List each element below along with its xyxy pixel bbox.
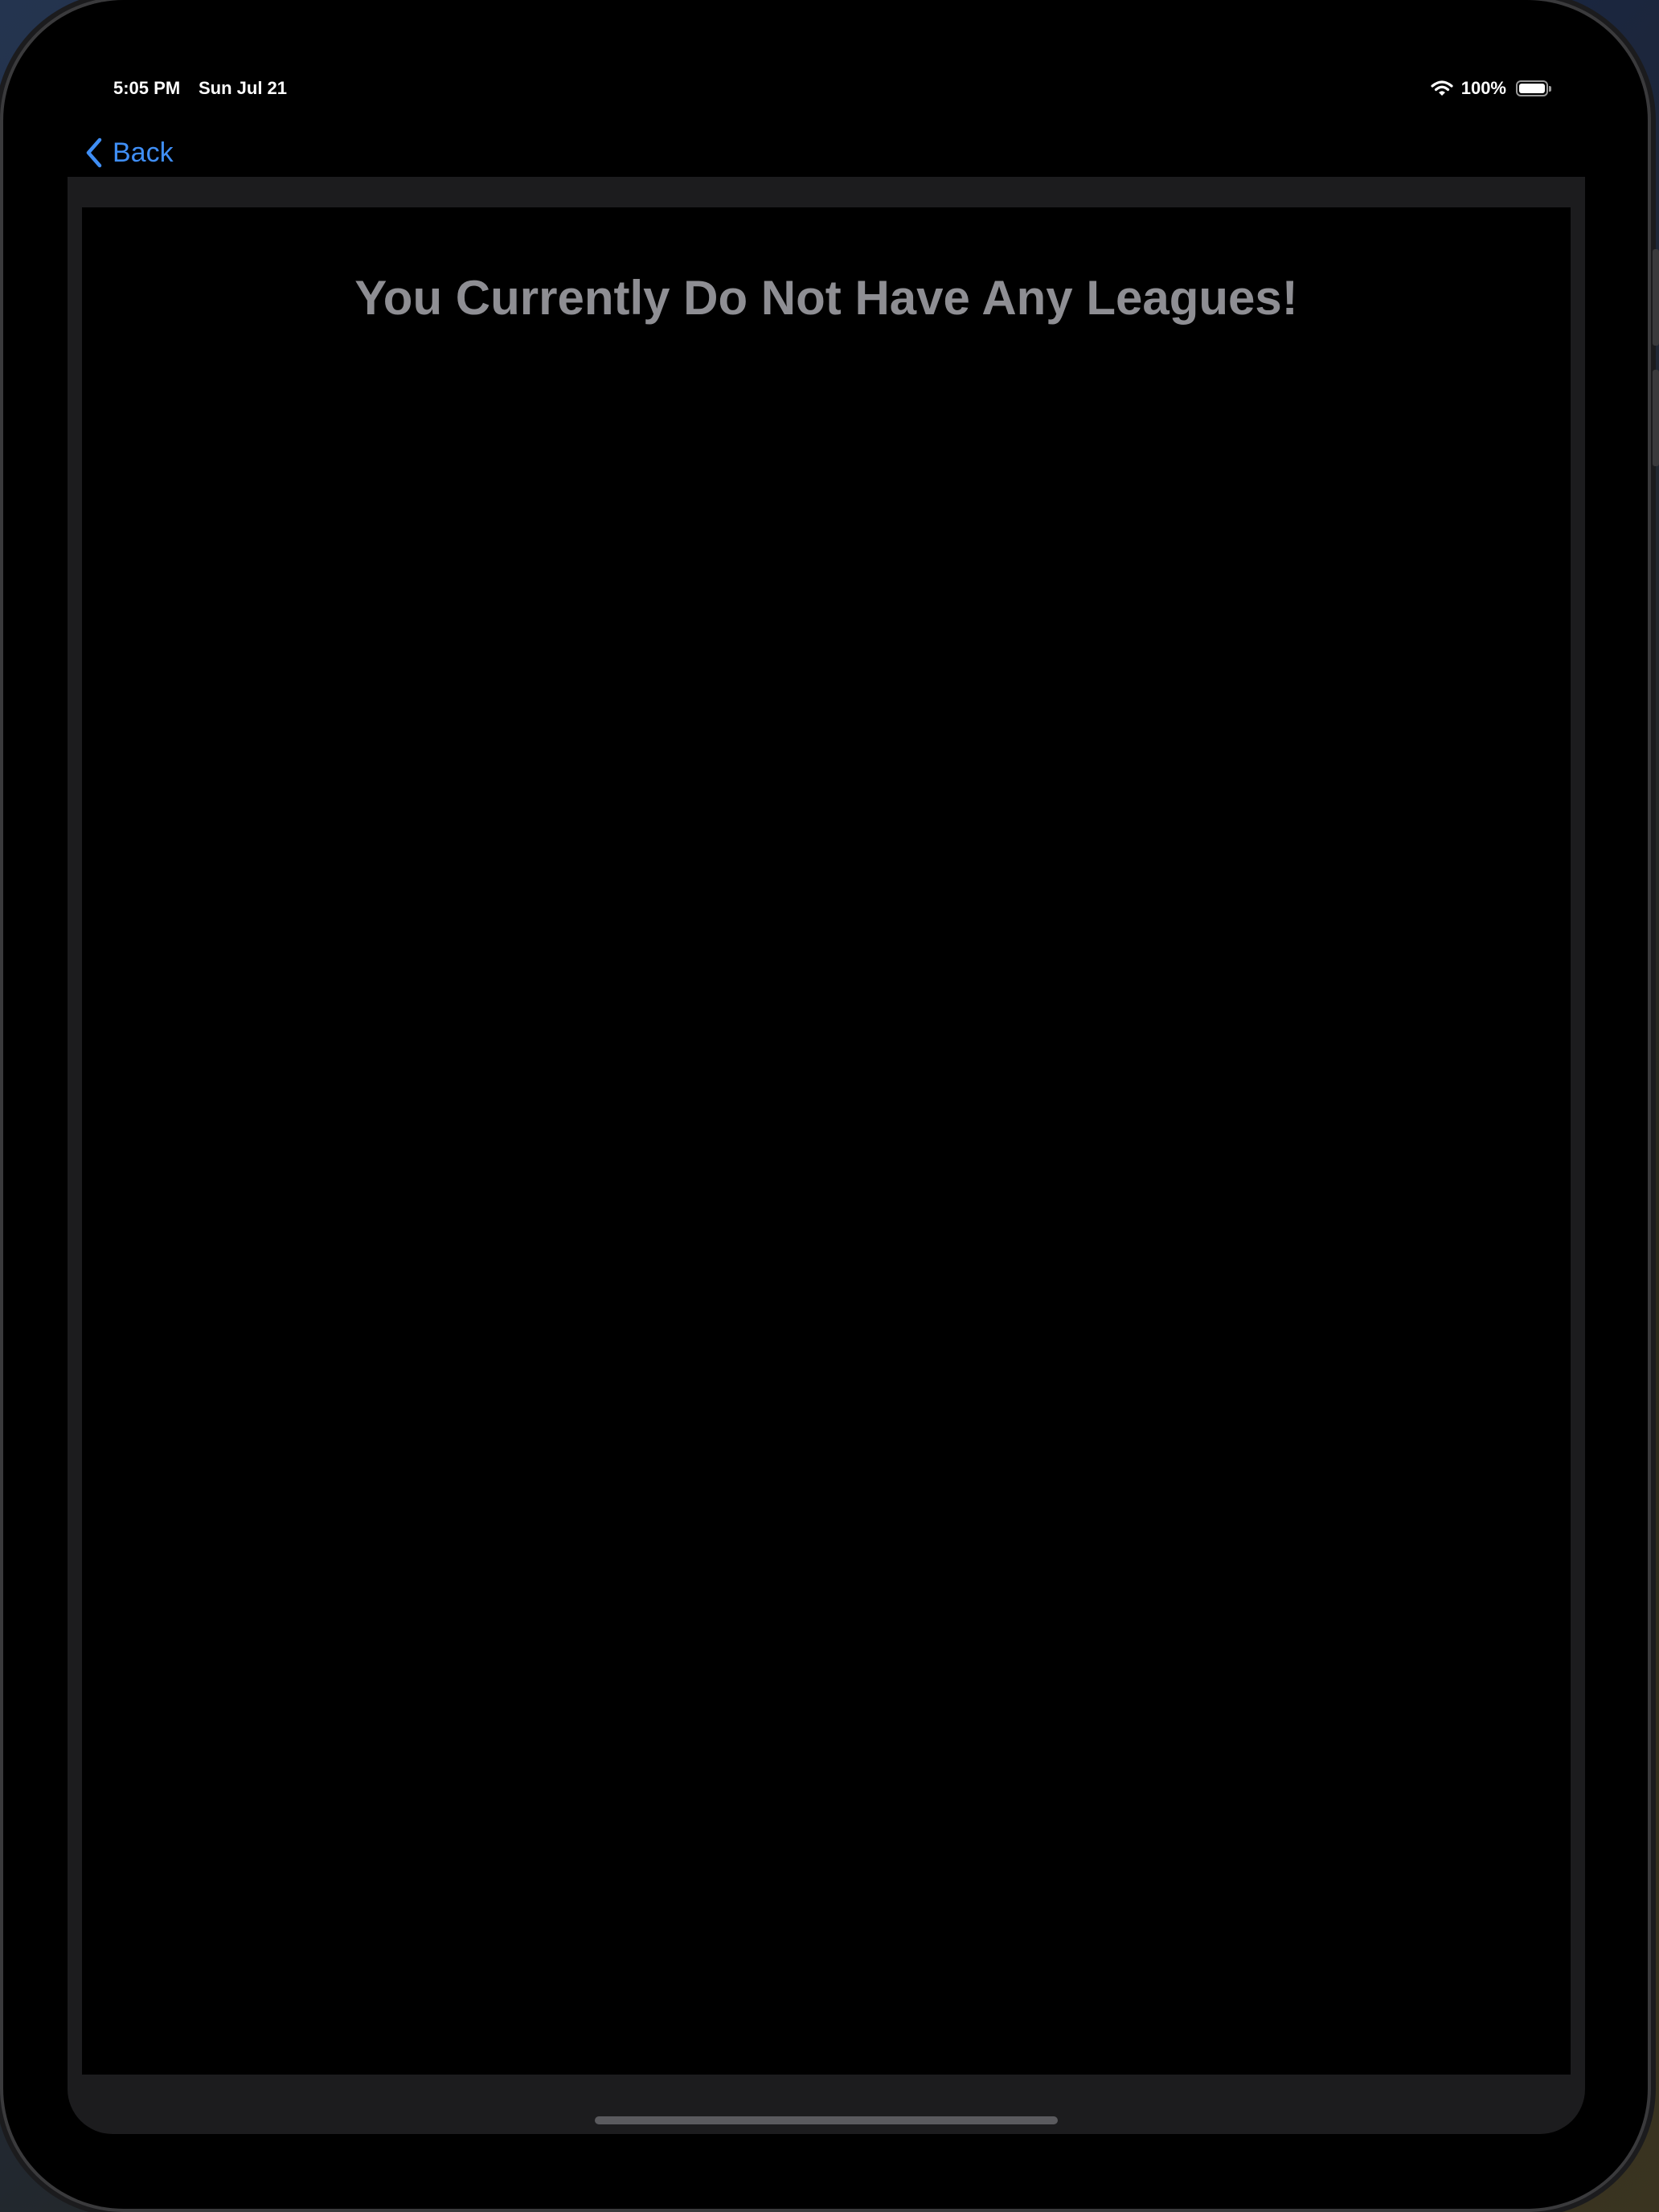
leagues-list-area: You Currently Do Not Have Any Leagues! [82,207,1571,2075]
empty-state-message: You Currently Do Not Have Any Leagues! [354,271,1298,325]
status-bar: 5:05 PM Sun Jul 21 100% [27,72,1635,104]
wifi-icon [1431,80,1453,97]
status-time: 5:05 PM [113,78,181,98]
battery-cap [1549,86,1551,92]
battery-icon [1516,80,1551,96]
home-indicator[interactable] [595,2116,1058,2124]
chevron-left-icon [85,137,103,168]
battery-fill [1519,84,1545,93]
content-card: You Currently Do Not Have Any Leagues! [68,177,1585,2134]
device-frame: 5:05 PM Sun Jul 21 100% Back You Current… [3,0,1659,2209]
volume-down-button [1653,370,1659,466]
screen: 5:05 PM Sun Jul 21 100% Back You Current… [27,24,1635,2186]
back-button[interactable]: Back [85,121,174,185]
status-date: Sun Jul 21 [199,78,288,98]
navigation-bar: Back [27,121,1635,185]
battery-percent: 100% [1460,78,1506,98]
status-indicators: 100% [1431,72,1551,104]
volume-up-button [1653,249,1659,346]
back-label: Back [113,137,174,168]
